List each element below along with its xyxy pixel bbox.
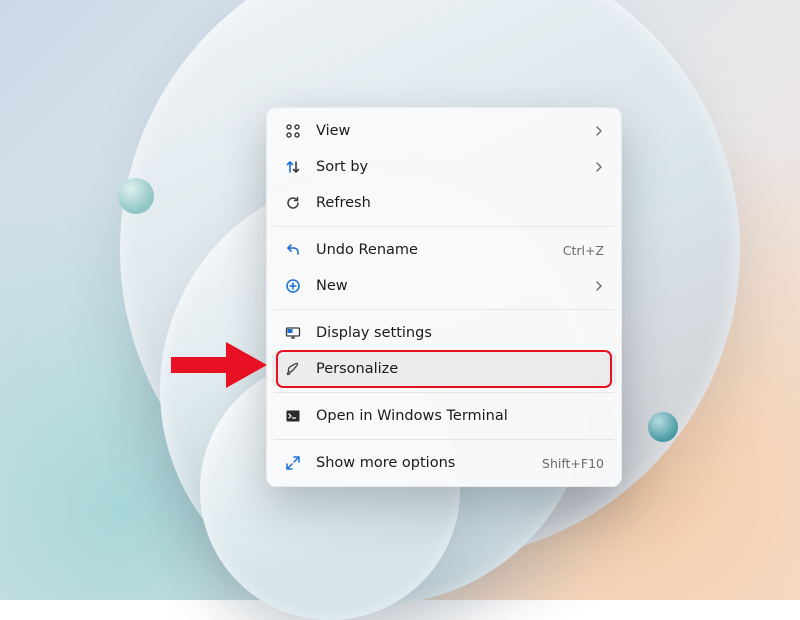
undo-icon bbox=[284, 241, 302, 259]
wallpaper-shape bbox=[118, 178, 154, 214]
menu-item-display[interactable]: Display settings bbox=[272, 315, 616, 351]
desktop-context-menu: View Sort by Refresh Undo Rename Ctrl+Z New Di… bbox=[266, 107, 622, 487]
menu-separator bbox=[274, 226, 614, 227]
menu-item-undo[interactable]: Undo Rename Ctrl+Z bbox=[272, 232, 616, 268]
menu-item-shortcut: Shift+F10 bbox=[542, 456, 604, 471]
menu-item-new[interactable]: New bbox=[272, 268, 616, 304]
menu-item-label: Personalize bbox=[316, 361, 604, 377]
expand-icon bbox=[284, 454, 302, 472]
menu-item-label: Refresh bbox=[316, 195, 604, 211]
chevron-right-icon bbox=[594, 162, 604, 172]
menu-item-personalize[interactable]: Personalize bbox=[272, 351, 616, 387]
chevron-right-icon bbox=[594, 126, 604, 136]
sort-icon bbox=[284, 158, 302, 176]
plus-icon bbox=[284, 277, 302, 295]
menu-separator bbox=[274, 392, 614, 393]
display-icon bbox=[284, 324, 302, 342]
menu-item-label: Show more options bbox=[316, 455, 528, 471]
menu-item-view[interactable]: View bbox=[272, 113, 616, 149]
menu-item-label: New bbox=[316, 278, 580, 294]
menu-item-more[interactable]: Show more options Shift+F10 bbox=[272, 445, 616, 481]
menu-item-label: View bbox=[316, 123, 580, 139]
menu-separator bbox=[274, 309, 614, 310]
menu-item-label: Undo Rename bbox=[316, 242, 549, 258]
terminal-icon bbox=[284, 407, 302, 425]
chevron-right-icon bbox=[594, 281, 604, 291]
menu-item-label: Display settings bbox=[316, 325, 604, 341]
menu-item-terminal[interactable]: Open in Windows Terminal bbox=[272, 398, 616, 434]
menu-item-refresh[interactable]: Refresh bbox=[272, 185, 616, 221]
menu-separator bbox=[274, 439, 614, 440]
menu-item-label: Open in Windows Terminal bbox=[316, 408, 604, 424]
wallpaper-shape bbox=[648, 412, 678, 442]
grid-icon bbox=[284, 122, 302, 140]
menu-item-shortcut: Ctrl+Z bbox=[563, 243, 604, 258]
refresh-icon bbox=[284, 194, 302, 212]
menu-item-sort[interactable]: Sort by bbox=[272, 149, 616, 185]
menu-item-label: Sort by bbox=[316, 159, 580, 175]
brush-icon bbox=[284, 360, 302, 378]
